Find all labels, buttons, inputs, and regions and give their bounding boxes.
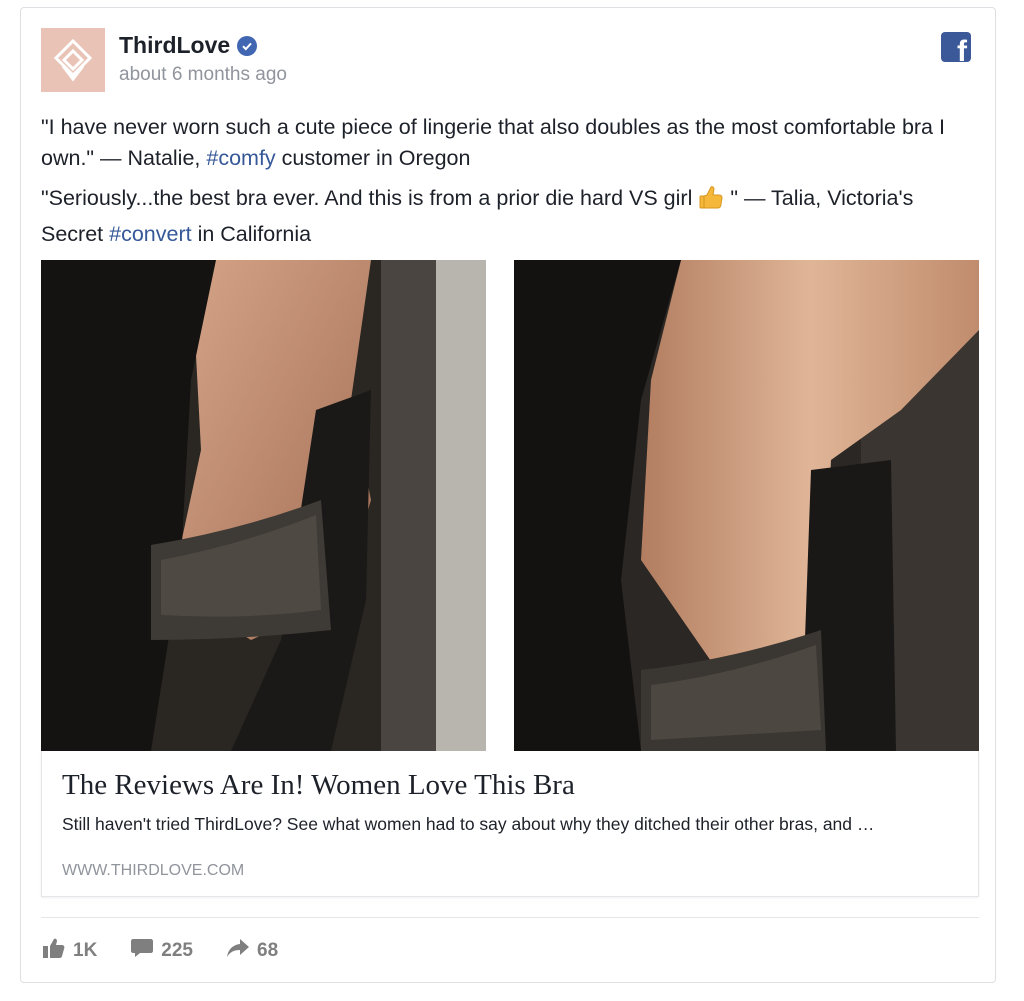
- link-description: Still haven't tried ThirdLove? See what …: [62, 814, 875, 834]
- link-preview[interactable]: The Reviews Are In! Women Love This Bra …: [41, 751, 979, 897]
- post-paragraph-1: "I have never worn such a cute piece of …: [41, 112, 981, 174]
- post-text-segment: in California: [191, 222, 312, 246]
- verified-badge-icon: [237, 35, 258, 56]
- post-timestamp[interactable]: about 6 months ago: [119, 64, 287, 86]
- facebook-logo-icon: f: [941, 32, 971, 62]
- thirdlove-logo-icon: [53, 38, 93, 82]
- share-count-button[interactable]: 68: [227, 939, 278, 963]
- thumbs-up-icon: [43, 938, 65, 964]
- comment-count: 225: [161, 940, 193, 961]
- post-text-segment: "I have never worn such a cute piece of …: [41, 115, 945, 170]
- post-paragraph-2: "Seriously...the best bra ever. And this…: [41, 183, 981, 250]
- share-arrow-icon: [227, 939, 249, 963]
- page-name-link[interactable]: ThirdLove: [119, 32, 230, 59]
- comment-bubble-icon: [131, 938, 154, 964]
- post-header: ThirdLove: [119, 32, 258, 59]
- link-domain: WWW.THIRDLOVE.COM: [62, 862, 245, 879]
- facebook-post-card: ThirdLove about 6 months ago f "I have n…: [20, 7, 996, 983]
- page-avatar[interactable]: [41, 28, 105, 92]
- post-text-segment: customer in Oregon: [275, 146, 471, 170]
- post-text-segment: "Seriously...the best bra ever. And this…: [41, 186, 693, 210]
- post-message: "I have never worn such a cute piece of …: [41, 112, 981, 259]
- share-count: 68: [257, 940, 279, 961]
- thumbs-up-emoji-icon: [698, 184, 724, 219]
- like-count: 1K: [73, 940, 98, 961]
- like-count-button[interactable]: 1K: [43, 938, 97, 964]
- hashtag-comfy-link[interactable]: #comfy: [206, 146, 275, 170]
- link-title[interactable]: The Reviews Are In! Women Love This Bra: [62, 769, 575, 802]
- hashtag-convert-link[interactable]: #convert: [109, 222, 191, 246]
- engagement-bar: 1K 225 68: [43, 938, 278, 964]
- comment-count-button[interactable]: 225: [131, 938, 193, 964]
- link-preview-image[interactable]: [41, 260, 979, 751]
- actions-divider: [41, 917, 979, 918]
